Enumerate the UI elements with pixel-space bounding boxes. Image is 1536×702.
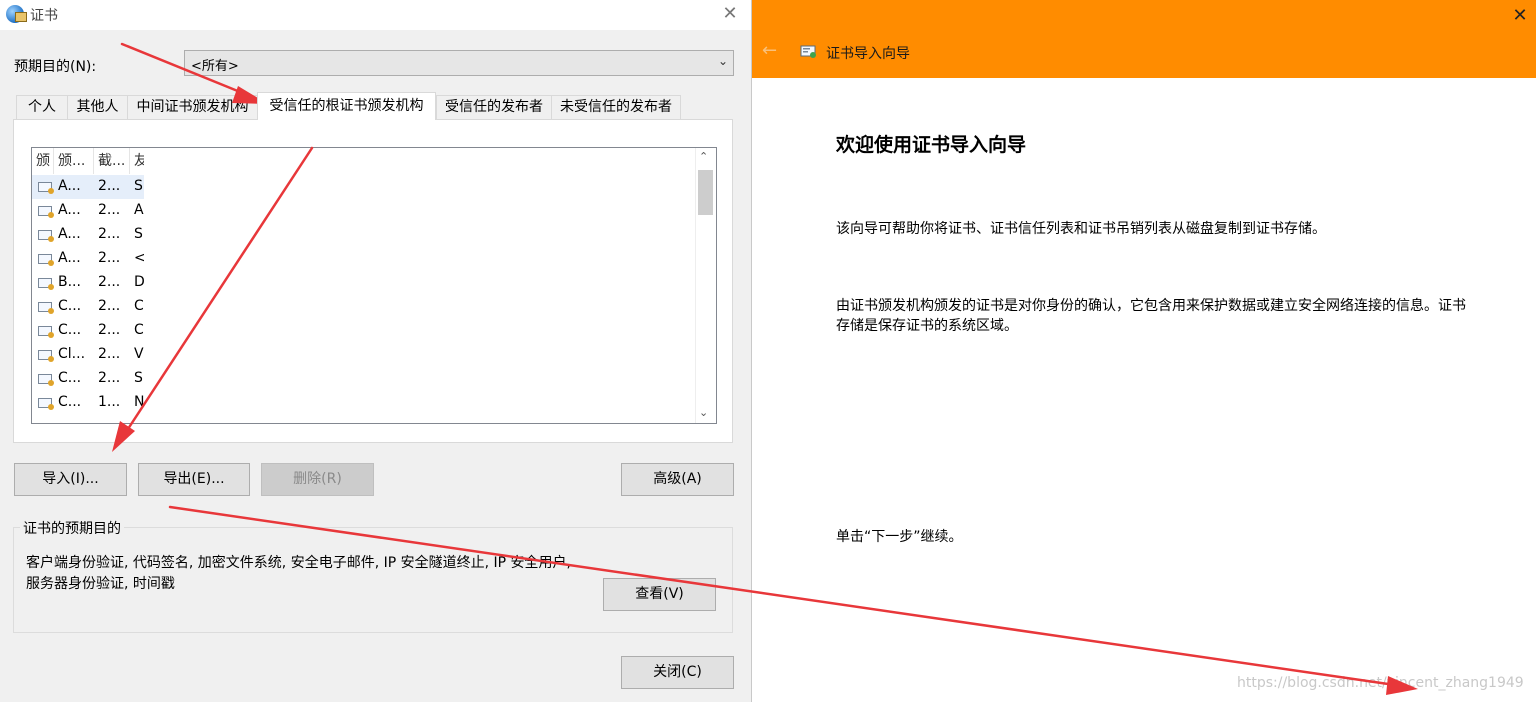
- cell-expiration: 2...: [98, 370, 121, 386]
- cell-expiration: 2...: [98, 202, 121, 218]
- cell-issued-to: B...: [58, 274, 81, 290]
- certificate-icon: [38, 278, 54, 290]
- table-row[interactable]: A... 2... S: [32, 175, 144, 199]
- chevron-up-icon[interactable]: ⌃: [699, 150, 708, 163]
- cell-friendly-name: S: [134, 178, 143, 194]
- tab-personal[interactable]: 个人: [16, 95, 68, 119]
- close-button[interactable]: 关闭(C): [621, 656, 734, 689]
- wizard-continue-hint: 单击“下一步”继续。: [836, 529, 963, 545]
- intended-purpose-label: 预期目的(N):: [14, 59, 97, 75]
- intended-purpose-select[interactable]: <所有> ⌄: [184, 50, 734, 76]
- tab-other-people[interactable]: 其他人: [67, 95, 128, 119]
- advanced-button[interactable]: 高级(A): [621, 463, 734, 496]
- table-row[interactable]: A... 2... <: [32, 247, 144, 271]
- certificate-wizard-icon: [800, 45, 816, 58]
- table-row[interactable]: A... 2... A: [32, 199, 144, 223]
- cell-friendly-name: C: [134, 298, 144, 314]
- watermark-text: https://blog.csdn.net/vincent_zhang1949: [1237, 675, 1524, 691]
- certificates-dialog: 证书 ✕ 预期目的(N): <所有> ⌄ 个人 其他人 中间证书颁发机构 受信任…: [0, 0, 751, 702]
- import-button[interactable]: 导入(I)...: [14, 463, 127, 496]
- table-row[interactable]: A... 2... S: [32, 223, 144, 247]
- cell-friendly-name: C: [134, 322, 144, 338]
- certificate-icon: [38, 398, 54, 410]
- close-icon[interactable]: ✕: [718, 2, 742, 26]
- certificate-icon: [38, 374, 54, 386]
- certificate-icon: [38, 350, 54, 362]
- scrollbar-thumb[interactable]: [698, 170, 713, 215]
- table-row[interactable]: B... 2... D: [32, 271, 144, 295]
- cell-friendly-name: D: [134, 274, 144, 290]
- cell-friendly-name: N: [134, 394, 144, 410]
- cell-friendly-name: V: [134, 346, 144, 362]
- wizard-description: 该向导可帮助你将证书、证书信任列表和证书吊销列表从磁盘复制到证书存储。: [836, 221, 1326, 237]
- cell-friendly-name: S: [134, 370, 143, 386]
- cell-friendly-name: <: [134, 250, 144, 266]
- cell-issued-to: A...: [58, 250, 81, 266]
- certificate-icon: [38, 182, 54, 194]
- cell-friendly-name: A: [134, 202, 144, 218]
- cell-expiration: 2...: [98, 250, 121, 266]
- tab-untrusted-publishers[interactable]: 未受信任的发布者: [551, 95, 681, 119]
- cell-expiration: 2...: [98, 346, 121, 362]
- cell-expiration: 1...: [98, 394, 121, 410]
- vertical-scrollbar[interactable]: ⌃ ⌄: [695, 148, 716, 423]
- wizard-title: 证书导入向导: [826, 46, 910, 62]
- title-bar: 证书 ✕: [0, 0, 751, 30]
- cell-issued-to: C...: [58, 394, 82, 410]
- table-row[interactable]: C... 2... C: [32, 295, 144, 319]
- cell-expiration: 2...: [98, 274, 121, 290]
- cell-issued-to: C...: [58, 370, 82, 386]
- table-row[interactable]: C... 1... N: [32, 391, 144, 415]
- intended-purposes-text: 客户端身份验证, 代码签名, 加密文件系统, 安全电子邮件, IP 安全隧道终止…: [26, 555, 571, 592]
- cell-expiration: 2...: [98, 178, 121, 194]
- cell-friendly-name: S: [134, 226, 143, 242]
- tab-trusted-publishers[interactable]: 受信任的发布者: [436, 95, 552, 119]
- certificate-globe-icon: [6, 5, 27, 23]
- delete-button[interactable]: 删除(R): [261, 463, 374, 496]
- cell-issued-to: C...: [58, 322, 82, 338]
- tab-intermediate-ca[interactable]: 中间证书颁发机构: [127, 95, 258, 119]
- export-button[interactable]: 导出(E)...: [138, 463, 250, 496]
- cell-expiration: 2...: [98, 226, 121, 242]
- intended-purposes-title: 证书的预期目的: [20, 518, 124, 538]
- cell-expiration: 2...: [98, 322, 121, 338]
- cell-issued-to: A...: [58, 202, 81, 218]
- dialog-title: 证书: [30, 8, 58, 24]
- certificate-icon: [38, 254, 54, 266]
- certificate-icon: [38, 206, 54, 218]
- chevron-down-icon[interactable]: ⌄: [699, 406, 708, 419]
- wizard-header: ✕ ← 证书导入向导: [752, 0, 1536, 78]
- table-row[interactable]: Cl... 2... V: [32, 343, 144, 367]
- column-header-issued-by[interactable]: 颁...: [54, 148, 94, 174]
- column-header-friendly-name[interactable]: 友: [130, 148, 144, 174]
- chevron-down-icon: ⌄: [717, 54, 728, 68]
- close-icon[interactable]: ✕: [1508, 4, 1532, 28]
- certificate-list[interactable]: 颁 颁... 截... 友 A... 2... S A... 2... A A... 2.…: [31, 147, 717, 424]
- cell-issued-to: Cl...: [58, 346, 86, 362]
- import-wizard-window: ✕ ← 证书导入向导 欢迎使用证书导入向导 该向导可帮助你将证书、证书信任列表和…: [751, 0, 1536, 702]
- intended-purpose-value: <所有>: [191, 59, 239, 74]
- column-header-expiration[interactable]: 截...: [94, 148, 130, 174]
- wizard-heading: 欢迎使用证书导入向导: [836, 134, 1027, 156]
- wizard-explanation: 由证书颁发机构颁发的证书是对你身份的确认，它包含用来保护数据或建立安全网络连接的…: [836, 298, 1466, 334]
- certificate-icon: [38, 326, 54, 338]
- column-header-issued-to[interactable]: 颁: [32, 148, 54, 174]
- cell-issued-to: A...: [58, 226, 81, 242]
- back-arrow-icon[interactable]: ←: [762, 40, 777, 61]
- cell-issued-to: C...: [58, 298, 82, 314]
- certificate-icon: [38, 302, 54, 314]
- tab-trusted-root-ca[interactable]: 受信任的根证书颁发机构: [257, 92, 436, 120]
- cell-expiration: 2...: [98, 298, 121, 314]
- certificate-icon: [38, 230, 54, 242]
- table-row[interactable]: C... 2... S: [32, 367, 144, 391]
- table-row[interactable]: C... 2... C: [32, 319, 144, 343]
- cell-issued-to: A...: [58, 178, 81, 194]
- view-button[interactable]: 查看(V): [603, 578, 716, 611]
